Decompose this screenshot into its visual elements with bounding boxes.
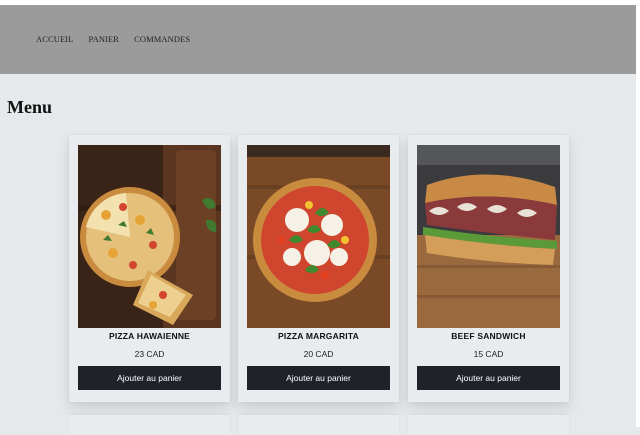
- nav-links: ACCUEIL PANIER COMMANDES: [36, 34, 205, 44]
- scrollbar-track[interactable]: [636, 5, 640, 427]
- nav-link-accueil[interactable]: ACCUEIL: [36, 34, 74, 44]
- product-card-partial: [408, 415, 569, 435]
- navbar: ACCUEIL PANIER COMMANDES: [0, 5, 636, 74]
- add-to-cart-button[interactable]: Ajouter au panier: [417, 366, 560, 390]
- nav-link-panier[interactable]: PANIER: [89, 34, 120, 44]
- product-price: 20 CAD: [303, 349, 334, 359]
- add-to-cart-button[interactable]: Ajouter au panier: [247, 366, 390, 390]
- product-image-beef-sandwich: [417, 145, 560, 328]
- product-card: BEEF SANDWICH 15 CAD Ajouter au panier: [408, 135, 569, 402]
- product-name: PIZZA HAWAIENNE: [108, 331, 191, 341]
- product-name: BEEF SANDWICH: [451, 331, 526, 341]
- product-image-pizza-margarita: [247, 145, 390, 328]
- product-price: 23 CAD: [134, 349, 165, 359]
- product-price: 15 CAD: [473, 349, 504, 359]
- product-card: PIZZA HAWAIENNE 23 CAD Ajouter au panier: [69, 135, 230, 402]
- product-card: PIZZA MARGARITA 20 CAD Ajouter au panier: [238, 135, 399, 402]
- page-title: Menu: [7, 97, 52, 117]
- product-card-partial: [238, 415, 399, 435]
- product-card-partial: [69, 415, 230, 435]
- nav-link-commandes[interactable]: COMMANDES: [134, 34, 190, 44]
- product-name: PIZZA MARGARITA: [278, 331, 359, 341]
- add-to-cart-button[interactable]: Ajouter au panier: [78, 366, 221, 390]
- product-image-pizza-hawaienne: [78, 145, 221, 328]
